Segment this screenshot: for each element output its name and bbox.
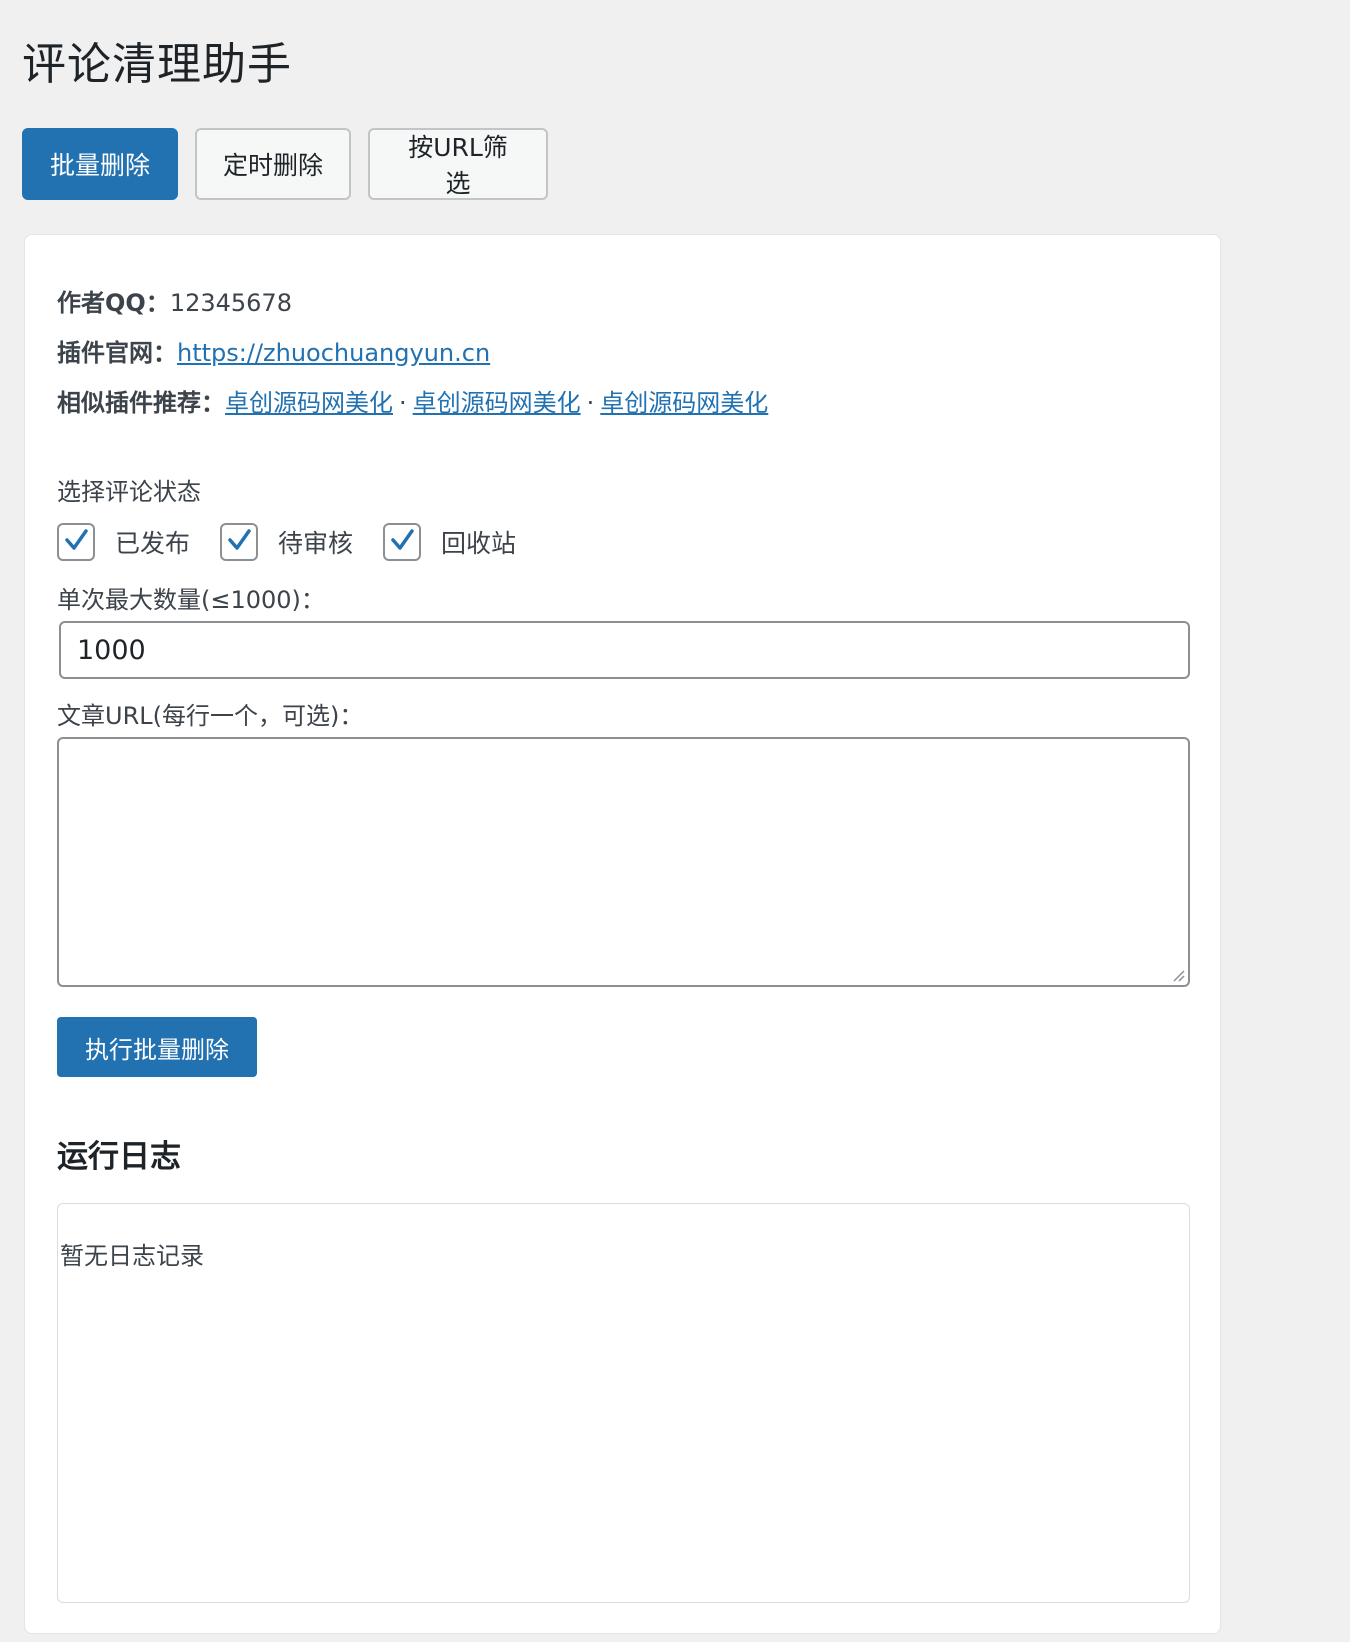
site-label: 插件官网： — [57, 339, 177, 367]
url-textarea[interactable] — [57, 737, 1190, 987]
author-label: 作者QQ： — [57, 289, 170, 317]
url-label: 文章URL(每行一个，可选)： — [57, 702, 364, 730]
related-plugins: 相似插件推荐：卓创源码网美化 · 卓创源码网美化 · 卓创源码网美化 — [57, 387, 768, 419]
related-link-3[interactable]: 卓创源码网美化 — [600, 389, 768, 417]
status-pending[interactable]: 待审核 — [220, 523, 353, 561]
status-published[interactable]: 已发布 — [57, 523, 190, 561]
max-count-value: 1000 — [77, 634, 146, 666]
published-label: 已发布 — [115, 529, 191, 558]
tab-bar: 批量删除 定时删除 按URL筛选 — [22, 128, 548, 200]
author-qq-value: 12345678 — [169, 289, 292, 317]
status-trash[interactable]: 回收站 — [383, 523, 516, 561]
resize-handle-icon[interactable] — [1171, 968, 1185, 982]
trash-checkbox[interactable] — [383, 523, 422, 561]
published-checkbox[interactable] — [57, 523, 95, 561]
separator: · — [586, 389, 595, 417]
status-checkbox-group: 已发布 待审核 回收站 — [57, 523, 516, 561]
tab-scheduled-delete[interactable]: 定时删除 — [195, 128, 351, 200]
related-link-2[interactable]: 卓创源码网美化 — [413, 389, 581, 417]
log-heading: 运行日志 — [57, 1139, 181, 1175]
checkmark-icon — [391, 529, 414, 550]
pending-label: 待审核 — [278, 529, 354, 558]
related-link-1[interactable]: 卓创源码网美化 — [225, 389, 393, 417]
log-panel[interactable]: 暂无日志记录 — [57, 1203, 1190, 1603]
tab-bulk-delete[interactable]: 批量删除 — [22, 128, 178, 200]
author-info: 作者QQ：12345678 — [57, 287, 292, 319]
run-bulk-delete-button[interactable]: 执行批量删除 — [57, 1017, 257, 1077]
page-title: 评论清理助手 — [22, 39, 292, 90]
max-count-label: 单次最大数量(≤1000)： — [57, 586, 325, 614]
tab-filter-by-url[interactable]: 按URL筛选 — [368, 128, 548, 200]
trash-label: 回收站 — [441, 529, 517, 558]
max-count-input[interactable]: 1000 — [59, 621, 1190, 679]
checkmark-icon — [65, 529, 88, 550]
pending-checkbox[interactable] — [220, 523, 259, 561]
related-label: 相似插件推荐： — [57, 389, 225, 417]
log-empty-text: 暂无日志记录 — [60, 1242, 204, 1270]
main-panel: 作者QQ：12345678 插件官网：https://zhuochuangyun… — [24, 234, 1221, 1634]
separator: · — [399, 389, 407, 417]
checkmark-icon — [228, 529, 251, 550]
status-label: 选择评论状态 — [57, 478, 201, 506]
site-info: 插件官网：https://zhuochuangyun.cn — [57, 337, 490, 369]
site-link[interactable]: https://zhuochuangyun.cn — [177, 339, 490, 367]
